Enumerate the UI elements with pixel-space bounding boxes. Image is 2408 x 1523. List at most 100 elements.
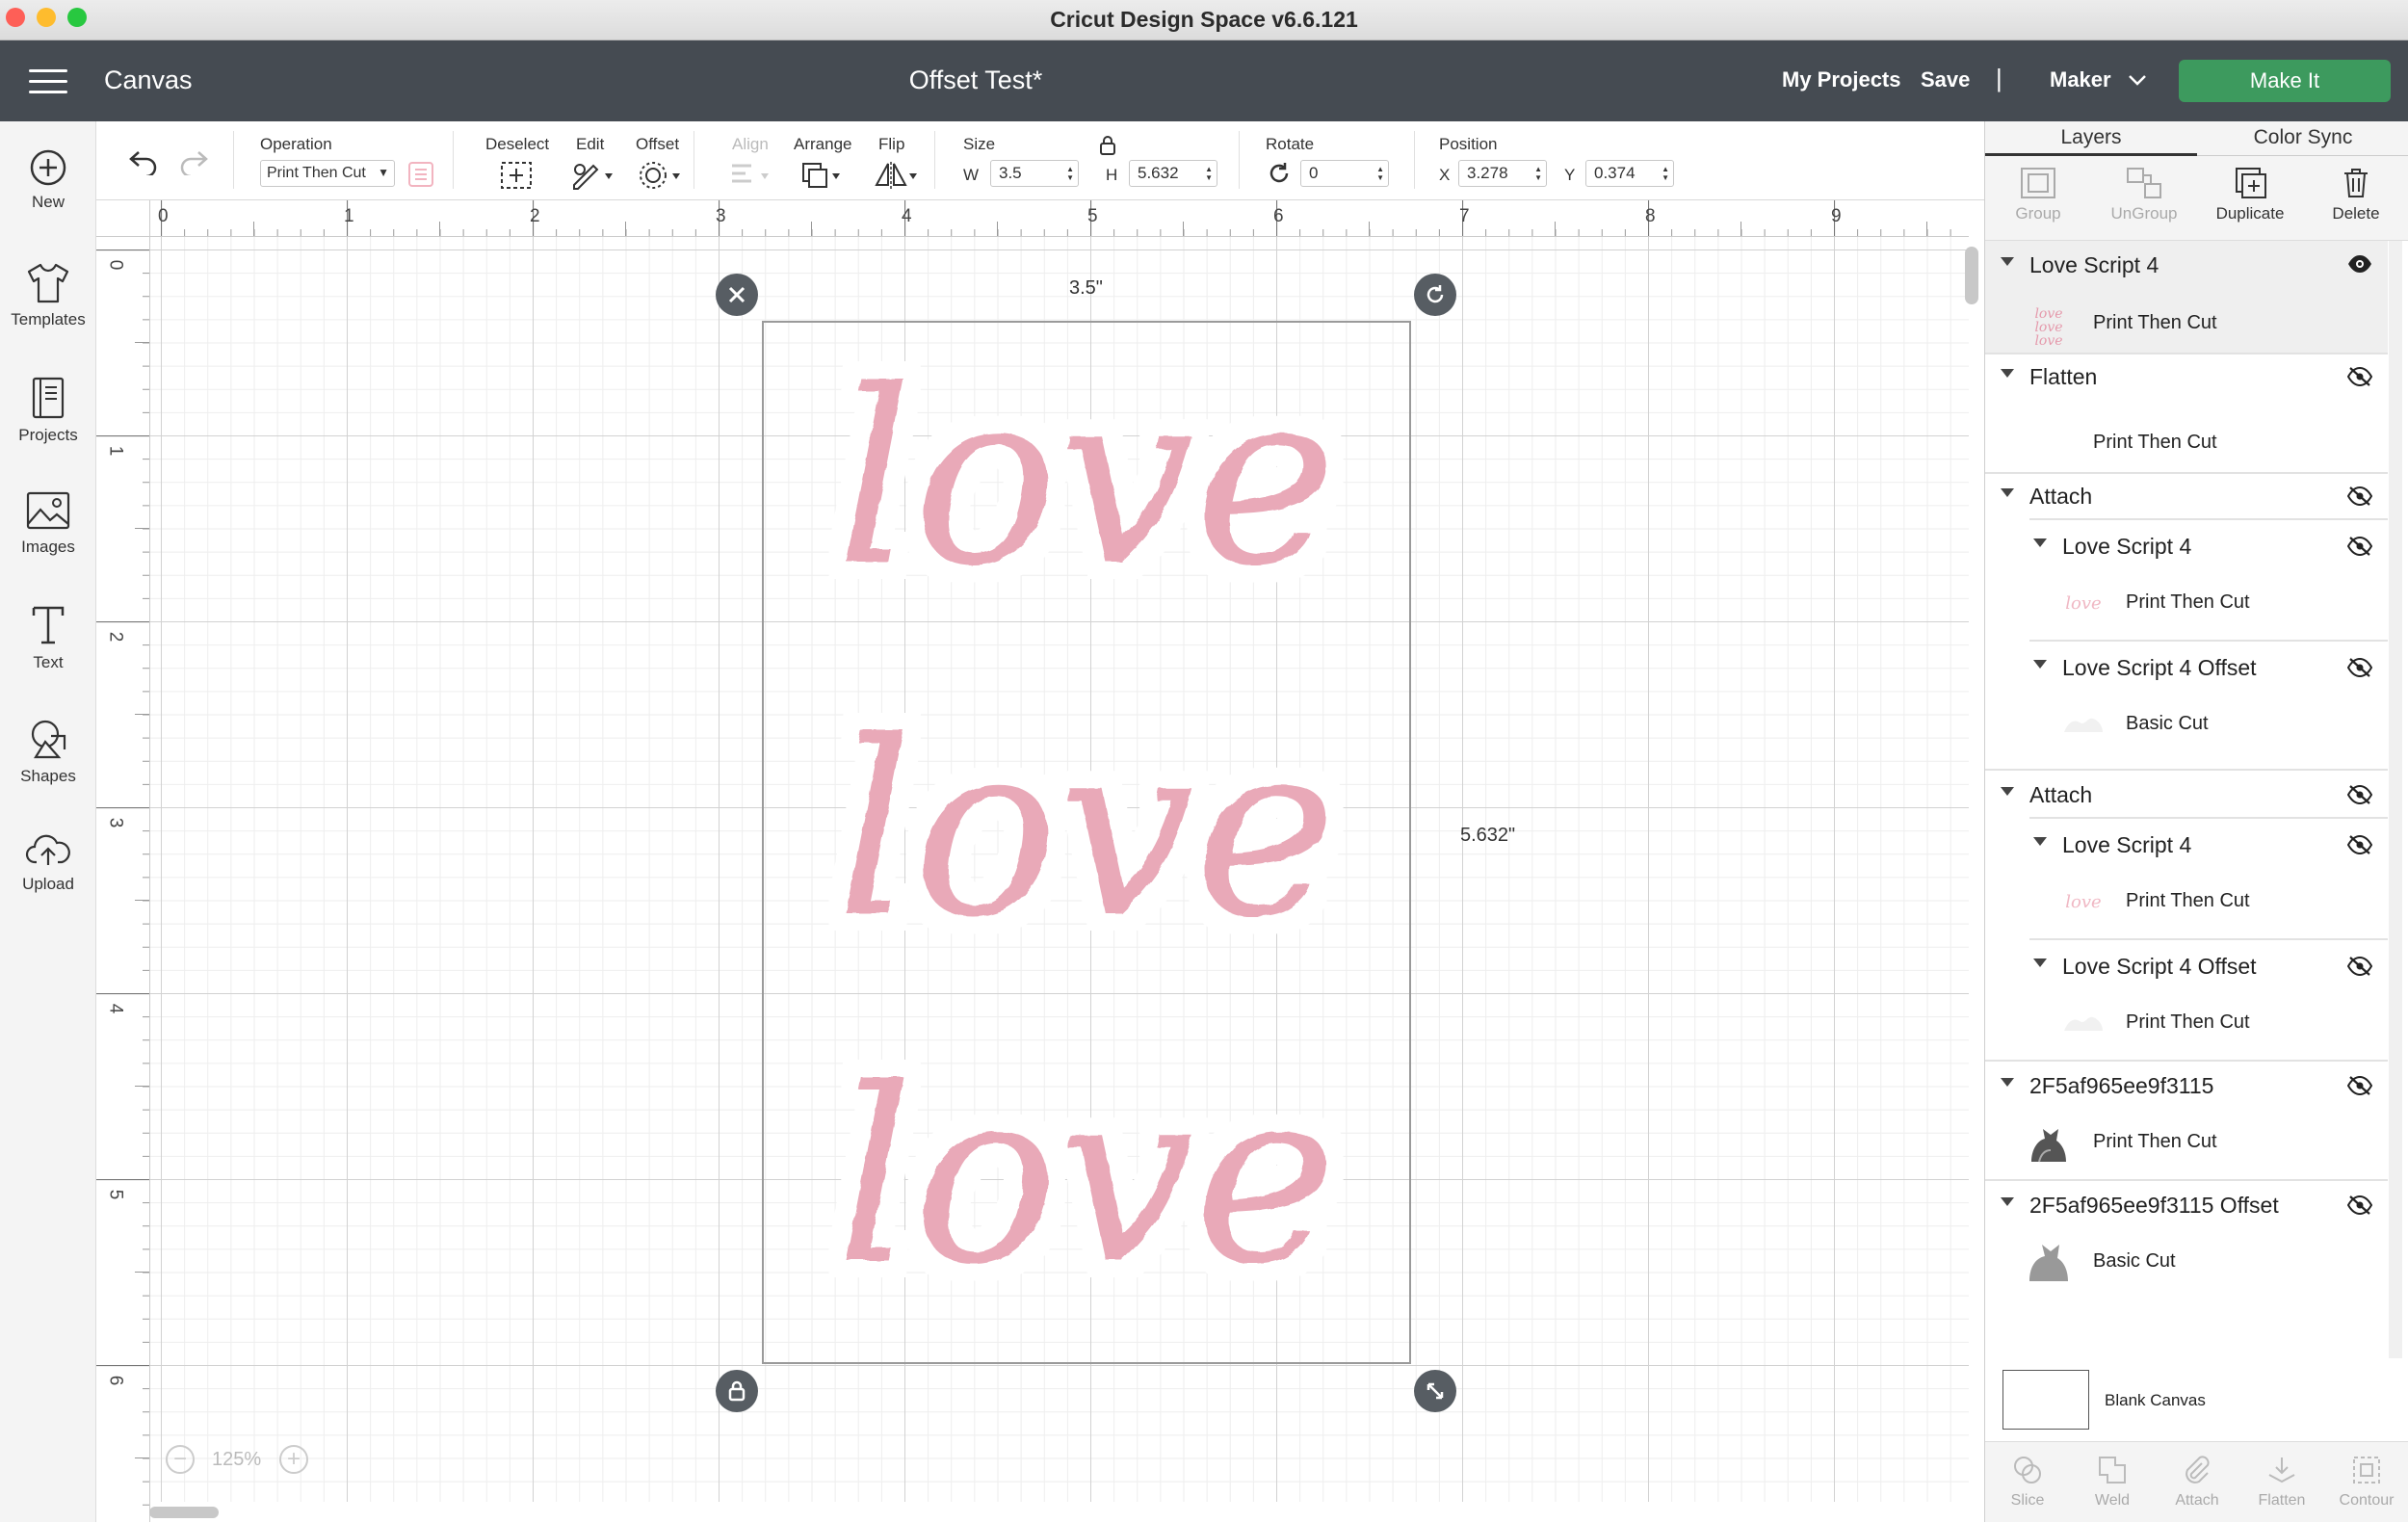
height-dimension-label: 5.632" bbox=[1460, 825, 1516, 846]
expand-caret-icon[interactable] bbox=[2001, 1197, 2014, 1206]
eye-hidden-icon[interactable] bbox=[2347, 536, 2372, 557]
blank-canvas-swatch[interactable] bbox=[2002, 1370, 2089, 1430]
nav-new[interactable]: New bbox=[0, 131, 96, 237]
slice-button[interactable]: Slice bbox=[1985, 1442, 2070, 1523]
resize-handle[interactable] bbox=[1414, 1370, 1456, 1412]
expand-caret-icon[interactable] bbox=[2001, 1078, 2014, 1087]
deselect-icon[interactable] bbox=[499, 160, 534, 191]
slice-icon bbox=[2014, 1457, 2041, 1484]
rotate-icon[interactable] bbox=[1266, 160, 1293, 187]
shapes-icon bbox=[31, 720, 66, 759]
duplicate-button[interactable]: Duplicate bbox=[2197, 156, 2303, 241]
nav-templates[interactable]: Templates bbox=[0, 245, 96, 351]
delete-button[interactable]: Delete bbox=[2303, 156, 2408, 241]
eye-hidden-icon[interactable] bbox=[2347, 657, 2372, 678]
stepper-icon[interactable]: ▲ ▼ bbox=[1066, 165, 1074, 182]
layer-attach-1[interactable]: Attach bbox=[1985, 474, 2388, 516]
eye-hidden-icon[interactable] bbox=[2347, 784, 2372, 805]
vertical-scrollbar[interactable] bbox=[1965, 247, 1978, 304]
redo-icon[interactable] bbox=[177, 146, 210, 175]
layer-love-script-4[interactable]: Love Script 4 bbox=[1985, 243, 2388, 285]
align-label: Align bbox=[732, 135, 769, 153]
rotate-handle[interactable] bbox=[1414, 274, 1456, 316]
height-input[interactable]: 5.632 ▲ ▼ bbox=[1129, 160, 1217, 187]
selection-bounding-box[interactable] bbox=[762, 321, 1411, 1364]
eye-hidden-icon[interactable] bbox=[2347, 834, 2372, 855]
y-input[interactable]: 0.374 ▲ ▼ bbox=[1585, 160, 1674, 187]
edit-tools-icon[interactable] bbox=[570, 160, 615, 191]
expand-caret-icon[interactable] bbox=[2033, 538, 2047, 547]
x-input[interactable]: 3.278 ▲ ▼ bbox=[1458, 160, 1547, 187]
weld-label: Weld bbox=[2094, 1492, 2131, 1509]
zoom-in-button[interactable]: + bbox=[279, 1445, 308, 1474]
my-projects-button[interactable]: My Projects bbox=[1782, 67, 1901, 92]
eye-hidden-icon[interactable] bbox=[2347, 956, 2372, 977]
attach-button[interactable]: Attach bbox=[2155, 1442, 2239, 1523]
operation-select[interactable]: Print Then Cut ▼ bbox=[260, 160, 395, 187]
stepper-icon[interactable]: ▲ ▼ bbox=[1376, 165, 1384, 182]
eye-hidden-icon[interactable] bbox=[2347, 486, 2372, 507]
offset-icon[interactable] bbox=[638, 160, 682, 191]
ruler-tick-1: 1 bbox=[105, 445, 126, 457]
stepper-icon[interactable]: ▲ ▼ bbox=[1534, 165, 1542, 182]
nav-text[interactable]: Text bbox=[0, 586, 96, 692]
align-icon[interactable] bbox=[728, 160, 772, 191]
machine-select[interactable]: Maker bbox=[2050, 67, 2146, 92]
eye-icon[interactable] bbox=[2347, 254, 2372, 274]
layer-love-script-4-offset[interactable]: Love Script 4 Offset bbox=[1985, 944, 2388, 986]
width-input[interactable]: 3.5 ▲ ▼ bbox=[990, 160, 1079, 187]
zoom-out-button[interactable]: − bbox=[166, 1445, 195, 1474]
ruler-tick-9: 9 bbox=[1831, 206, 1842, 226]
lock-icon[interactable] bbox=[1098, 135, 1117, 156]
layer-love-script-4-offset[interactable]: Love Script 4 Offset bbox=[1985, 645, 2388, 688]
expand-caret-icon[interactable] bbox=[2001, 787, 2014, 796]
stepper-icon[interactable]: ▲ ▼ bbox=[1205, 165, 1213, 182]
stepper-icon[interactable]: ▲ ▼ bbox=[1662, 165, 1669, 182]
tab-color-sync[interactable]: Color Sync bbox=[2197, 121, 2408, 156]
layer-operation: Print Then Cut bbox=[2093, 1131, 2217, 1152]
duplicate-icon bbox=[2236, 168, 2266, 198]
nav-shapes[interactable]: Shapes bbox=[0, 699, 96, 805]
flatten-icon bbox=[2268, 1457, 2295, 1484]
nav-new-label: New bbox=[31, 193, 65, 211]
expand-caret-icon[interactable] bbox=[2033, 837, 2047, 846]
expand-caret-icon[interactable] bbox=[2001, 369, 2014, 378]
weld-button[interactable]: Weld bbox=[2070, 1442, 2155, 1523]
rotate-input[interactable]: 0 ▲ ▼ bbox=[1300, 160, 1389, 187]
nav-projects[interactable]: Projects bbox=[0, 358, 96, 464]
layer-flatten[interactable]: Flatten bbox=[1985, 354, 2388, 397]
ruler-tick-2: 2 bbox=[530, 206, 540, 226]
layer-image-2f5af965ee9f3115-offset[interactable]: 2F5af965ee9f3115 Offset bbox=[1985, 1183, 2388, 1225]
nav-images[interactable]: Images bbox=[0, 472, 96, 578]
eye-hidden-icon[interactable] bbox=[2347, 1075, 2372, 1096]
layer-love-script-4-child[interactable]: Love Script 4 bbox=[1985, 524, 2388, 566]
layer-attach-2[interactable]: Attach bbox=[1985, 773, 2388, 815]
flip-label: Flip bbox=[878, 135, 905, 153]
layer-love-script-4-child[interactable]: Love Script 4 bbox=[1985, 823, 2388, 865]
make-it-button[interactable]: Make It bbox=[2179, 60, 2391, 102]
expand-caret-icon[interactable] bbox=[2033, 660, 2047, 669]
undo-icon[interactable] bbox=[127, 146, 160, 175]
tab-layers[interactable]: Layers bbox=[1985, 121, 2197, 156]
eye-hidden-icon[interactable] bbox=[2347, 366, 2372, 387]
contour-button[interactable]: Contour bbox=[2324, 1442, 2408, 1523]
delete-handle[interactable] bbox=[716, 274, 758, 316]
flatten-button[interactable]: Flatten bbox=[2239, 1442, 2324, 1523]
group-button[interactable]: Group bbox=[1985, 156, 2091, 241]
expand-caret-icon[interactable] bbox=[2001, 488, 2014, 497]
ungroup-button[interactable]: UnGroup bbox=[2091, 156, 2197, 241]
arrange-label: Arrange bbox=[794, 135, 852, 153]
nav-upload[interactable]: Upload bbox=[0, 813, 96, 919]
expand-caret-icon[interactable] bbox=[2033, 958, 2047, 967]
eye-hidden-icon[interactable] bbox=[2347, 1195, 2372, 1216]
line-attribute-icon[interactable] bbox=[406, 160, 435, 189]
arrange-icon[interactable] bbox=[799, 160, 844, 191]
horizontal-scrollbar[interactable] bbox=[149, 1507, 219, 1518]
layer-image-2f5af965ee9f3115[interactable]: 2F5af965ee9f3115 bbox=[1985, 1063, 2388, 1106]
save-button[interactable]: Save bbox=[1921, 67, 1970, 92]
expand-caret-icon[interactable] bbox=[2001, 257, 2014, 266]
project-title[interactable]: Offset Test* bbox=[0, 66, 1951, 95]
panel-scrollbar[interactable] bbox=[2389, 241, 2402, 1358]
lock-handle[interactable] bbox=[716, 1370, 758, 1412]
flip-icon[interactable] bbox=[873, 160, 921, 191]
